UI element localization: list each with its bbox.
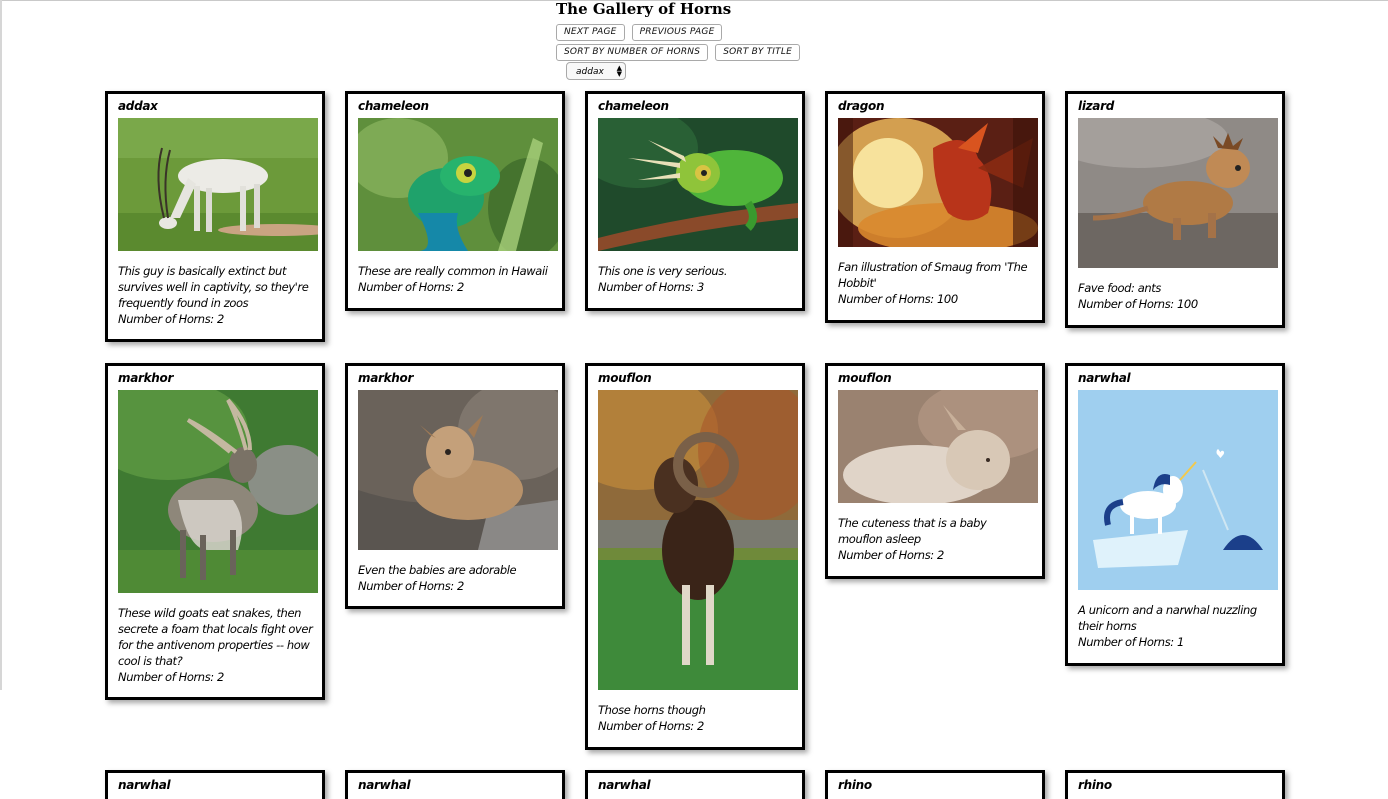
select-value: addax <box>576 67 604 77</box>
card-title: rhino <box>1078 778 1112 792</box>
card-description: These wild goats eat snakes, then secret… <box>118 606 313 668</box>
mouflon-image <box>598 390 798 690</box>
sort-by-title-button[interactable]: SORT BY TITLE <box>715 44 800 61</box>
card-title: narwhal <box>598 778 651 792</box>
gallery-card[interactable]: chameleon This one is very serious. Numb… <box>585 91 805 311</box>
horned-lizard-image <box>1078 118 1278 268</box>
card-description: These are really common in Hawaii <box>358 264 548 278</box>
gallery-card[interactable]: chameleon These are really common in Haw… <box>345 91 565 311</box>
card-title: markhor <box>358 371 414 385</box>
card-title: narwhal <box>1078 371 1131 385</box>
gallery-card[interactable]: markhor Even the babies are adorable Num… <box>345 363 565 609</box>
card-description: A unicorn and a narwhal nuzzling their h… <box>1078 603 1257 633</box>
card-horn-count: Number of Horns: 2 <box>358 280 464 294</box>
card-title: chameleon <box>598 99 669 113</box>
card-description: This guy is basically extinct but surviv… <box>118 264 309 310</box>
dragon-image <box>838 118 1038 247</box>
gallery-card[interactable]: rhino <box>1065 770 1285 799</box>
gallery-card[interactable]: markhor These wild goats eat snakes, the… <box>105 363 325 700</box>
card-title: markhor <box>118 371 174 385</box>
page-title: The Gallery of Horns <box>556 0 732 18</box>
card-description: Fan illustration of Smaug from 'The Hobb… <box>838 260 1028 290</box>
card-horn-count: Number of Horns: 2 <box>358 579 464 593</box>
card-horn-count: Number of Horns: 2 <box>118 312 224 326</box>
card-title: chameleon <box>358 99 429 113</box>
gallery-card[interactable]: addax This guy is basically extinct but … <box>105 91 325 342</box>
addax-image <box>118 118 318 251</box>
jacksons-chameleon-image <box>598 118 798 251</box>
gallery-card[interactable]: narwhal <box>105 770 325 799</box>
card-horn-count: Number of Horns: 2 <box>598 719 704 733</box>
card-title: dragon <box>838 99 885 113</box>
baby-mouflon-image <box>838 390 1038 503</box>
card-title: rhino <box>838 778 872 792</box>
card-title: lizard <box>1078 99 1115 113</box>
gallery-card[interactable]: narwhal <box>585 770 805 799</box>
gallery-card[interactable]: dragon Fan illustration of Smaug from 'T… <box>825 91 1045 323</box>
card-description: Fave food: ants <box>1078 281 1161 295</box>
markhor-image <box>118 390 318 593</box>
gallery-card[interactable]: mouflon Those horns though Number of Hor… <box>585 363 805 750</box>
keyword-filter-select[interactable]: addax ▲ ▼ <box>566 62 626 80</box>
card-title: narwhal <box>358 778 411 792</box>
card-title: mouflon <box>598 371 652 385</box>
gallery-card[interactable]: lizard Fave food: ants Number of Horns: … <box>1065 91 1285 328</box>
card-title: narwhal <box>118 778 171 792</box>
card-horn-count: Number of Horns: 2 <box>118 670 224 684</box>
unicorn-narwhal-image: ♥ <box>1078 390 1278 590</box>
gallery-card[interactable]: narwhal ♥ A unicorn and a narwhal nuzzli… <box>1065 363 1285 666</box>
select-arrows-icon: ▲ ▼ <box>616 64 622 78</box>
card-description: The cuteness that is a baby mouflon asle… <box>838 516 987 546</box>
card-horn-count: Number of Horns: 1 <box>1078 635 1184 649</box>
baby-markhor-image <box>358 390 558 550</box>
card-description: This one is very serious. <box>598 264 728 278</box>
card-horn-count: Number of Horns: 2 <box>838 548 944 562</box>
gallery-card[interactable]: rhino <box>825 770 1045 799</box>
card-description: Those horns though <box>598 703 706 717</box>
gallery-card[interactable]: narwhal <box>345 770 565 799</box>
card-horn-count: Number of Horns: 100 <box>838 292 958 306</box>
gallery-card[interactable]: mouflon The cuteness that is a baby mouf… <box>825 363 1045 579</box>
svg-text:♥: ♥ <box>1216 450 1225 461</box>
card-horn-count: Number of Horns: 3 <box>598 280 704 294</box>
chameleon-image <box>358 118 558 251</box>
card-title: mouflon <box>838 371 892 385</box>
card-title: addax <box>118 99 158 113</box>
gallery-header: The Gallery of Horns NEXT PAGE PREVIOUS … <box>556 1 856 80</box>
card-horn-count: Number of Horns: 100 <box>1078 297 1198 311</box>
card-description: Even the babies are adorable <box>358 563 517 577</box>
